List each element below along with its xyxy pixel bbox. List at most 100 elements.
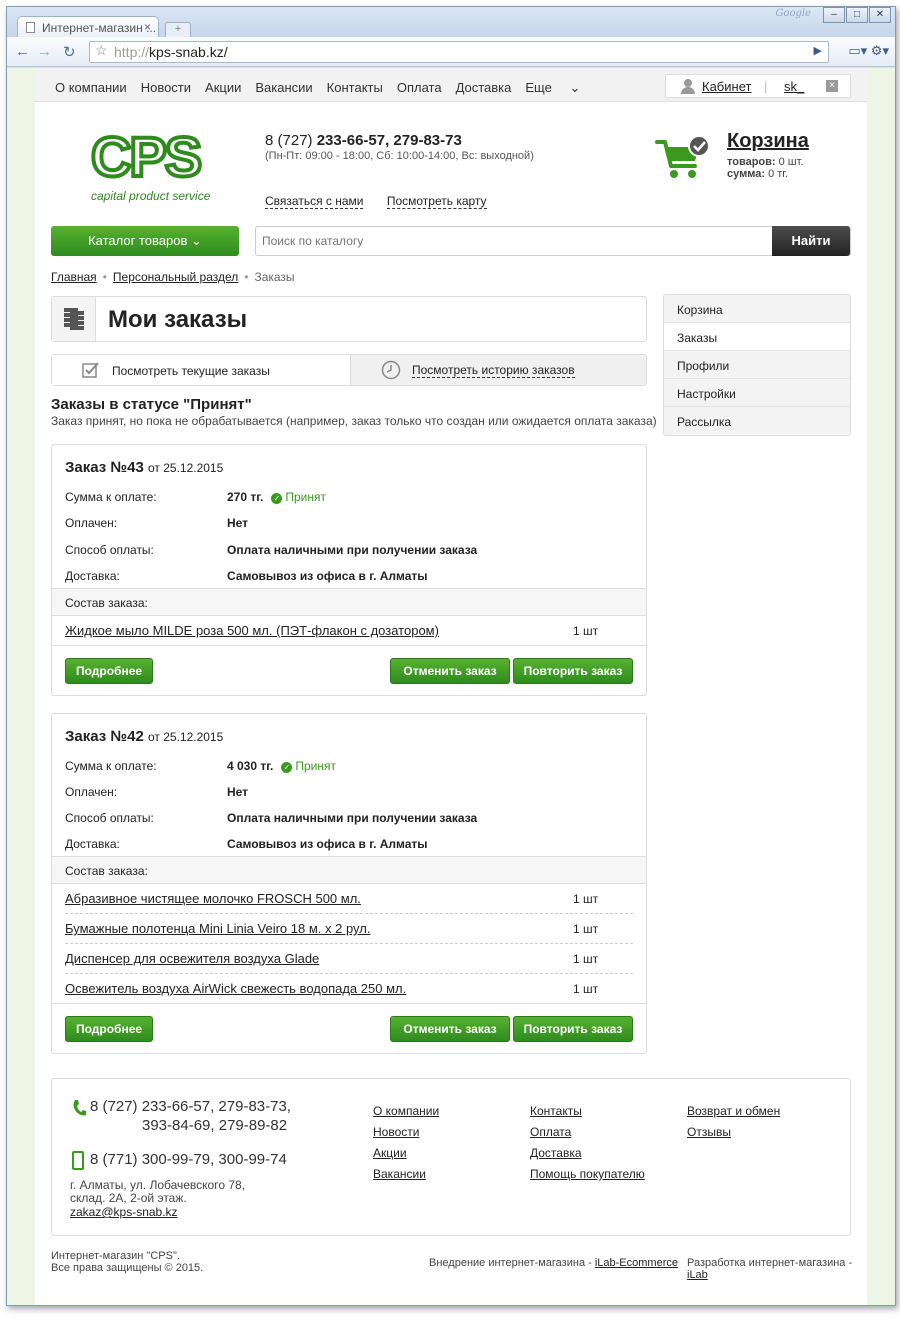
header-links: Связаться с нами Посмотреть карту: [265, 194, 507, 209]
cabinet-link[interactable]: Кабинет: [702, 79, 751, 94]
divider: [52, 1003, 646, 1004]
copyright-line1: Интернет-магазин "CPS".: [51, 1250, 180, 1262]
cart-title[interactable]: Корзина: [727, 130, 809, 153]
nav-news[interactable]: Новости: [141, 80, 191, 96]
site-footer: 8 (727) 233-66-57, 279-83-73, 393-84-69,…: [51, 1078, 851, 1236]
repeat-order-button[interactable]: Повторить заказ: [513, 658, 633, 684]
orders-stack-icon: [52, 297, 96, 341]
cart-widget[interactable]: Корзина товаров: 0 шт. сумма: 0 тг.: [655, 130, 855, 184]
footer-link-reviews[interactable]: Отзывы: [687, 1122, 780, 1143]
chevron-down-icon: ⌄: [569, 80, 581, 95]
status-text: Принят: [285, 490, 326, 504]
item-qty: 1 шт: [573, 892, 599, 906]
sidebar-item-newsletter[interactable]: Рассылка: [664, 407, 850, 435]
status-badge: ✓ Принят: [281, 759, 336, 773]
cart-items-value: 0 шт.: [778, 156, 804, 168]
nav-promos[interactable]: Акции: [205, 80, 241, 96]
item-qty: 1 шт: [573, 922, 599, 936]
footer-link-vacancies[interactable]: Вакансии: [373, 1164, 439, 1185]
page-menu-icon[interactable]: ▭▾ ⚙▾: [848, 43, 889, 59]
sidebar-item-cart[interactable]: Корзина: [664, 295, 850, 323]
phone-numbers: 233-66-57, 279-83-73: [316, 132, 462, 149]
product-link[interactable]: Бумажные полотенца Mini Linia Veiro 18 м…: [65, 921, 370, 936]
footer-link-about[interactable]: О компании: [373, 1101, 439, 1122]
window-controls: – □ ✕: [822, 7, 891, 23]
breadcrumb-home[interactable]: Главная: [51, 270, 97, 284]
footer-link-contacts[interactable]: Контакты: [530, 1101, 645, 1122]
footer-link-returns[interactable]: Возврат и обмен: [687, 1101, 780, 1122]
top-menu: О компании Новости Акции Вакансии Контак…: [55, 80, 608, 96]
breadcrumb-personal[interactable]: Персональный раздел: [113, 270, 238, 284]
sum-value: 270 тг. ✓ Принят: [227, 490, 326, 504]
nav-delivery[interactable]: Доставка: [456, 80, 512, 96]
product-link[interactable]: Диспенсер для освежителя воздуха Glade: [65, 951, 319, 966]
footer-email-link[interactable]: zakaz@kps-snab.kz: [70, 1205, 178, 1219]
list-item: Жидкое мыло MILDE роза 500 мл. (ПЭТ-флак…: [65, 616, 633, 646]
footer-link-news[interactable]: Новости: [373, 1122, 439, 1143]
tab-order-history[interactable]: Посмотреть историю заказов: [350, 355, 646, 385]
status-text: Принят: [295, 759, 336, 773]
details-button[interactable]: Подробнее: [65, 1016, 153, 1042]
cancel-order-button[interactable]: Отменить заказ: [390, 658, 510, 684]
nav-more[interactable]: Еще ⌄: [525, 80, 594, 96]
nav-vacancies[interactable]: Вакансии: [255, 80, 312, 96]
close-tab-icon[interactable]: ×: [144, 20, 151, 34]
list-item: Диспенсер для освежителя воздуха Glade 1…: [65, 944, 633, 974]
product-link[interactable]: Жидкое мыло MILDE роза 500 мл. (ПЭТ-флак…: [65, 623, 439, 638]
footer-link-payment[interactable]: Оплата: [530, 1122, 645, 1143]
browser-tab[interactable]: Интернет-магазин ... ×: [17, 16, 159, 38]
product-link[interactable]: Абразивное чистящее молочко FROSCH 500 м…: [65, 891, 361, 906]
search-input[interactable]: [256, 227, 774, 255]
pay-method-value: Оплата наличными при получении заказа: [227, 811, 478, 825]
breadcrumb: Главная • Персональный раздел • Заказы: [51, 270, 295, 284]
logout-icon[interactable]: ×: [826, 80, 838, 92]
nav-payment[interactable]: Оплата: [397, 80, 442, 96]
details-button[interactable]: Подробнее: [65, 658, 153, 684]
footer-phones-line1: 8 (727) 233-66-57, 279-83-73,: [90, 1098, 291, 1115]
contact-us-link[interactable]: Связаться с нами: [265, 194, 364, 209]
nav-about[interactable]: О компании: [55, 80, 127, 96]
username-link[interactable]: sk_: [784, 79, 804, 94]
search-button[interactable]: Найти: [772, 226, 850, 256]
new-tab-button[interactable]: +: [165, 22, 191, 37]
page-viewport[interactable]: О компании Новости Акции Вакансии Контак…: [7, 68, 895, 1305]
sidebar-item-settings[interactable]: Настройки: [664, 379, 850, 407]
footer-link-delivery[interactable]: Доставка: [530, 1143, 645, 1164]
footer-address: г. Алматы, ул. Лобачевского 78, склад. 2…: [70, 1179, 270, 1205]
star-icon[interactable]: ☆: [95, 42, 108, 59]
reload-icon[interactable]: ↻: [63, 43, 76, 61]
page-icon: [26, 22, 35, 33]
go-arrow-icon[interactable]: ▶: [814, 44, 822, 57]
sidebar-item-profiles[interactable]: Профили: [664, 351, 850, 379]
sidebar-item-orders[interactable]: Заказы: [664, 323, 850, 351]
cart-sum-label: сумма:: [727, 168, 766, 180]
phone-icon: [73, 1100, 86, 1116]
browser-brand-label: Google: [775, 8, 811, 19]
back-arrow-icon[interactable]: ←: [15, 43, 30, 60]
delivery-value: Самовывоз из офиса в г. Алматы: [227, 837, 428, 851]
search-bar: Найти: [255, 226, 851, 256]
close-window-icon[interactable]: ✕: [869, 7, 891, 23]
minimize-icon[interactable]: –: [823, 7, 845, 23]
site-logo[interactable]: CPS capital product service: [89, 125, 211, 205]
impl-link[interactable]: iLab-Ecommerce: [595, 1257, 678, 1269]
footer-link-promos[interactable]: Акции: [373, 1143, 439, 1164]
divider: |: [764, 79, 768, 94]
repeat-order-button[interactable]: Повторить заказ: [513, 1016, 633, 1042]
catalog-button-label: Каталог товаров: [88, 233, 188, 248]
maximize-icon[interactable]: □: [846, 7, 868, 23]
paid-value: Нет: [227, 785, 249, 799]
address-bar[interactable]: ☆ http://kps-snab.kz/ ▶: [89, 41, 829, 63]
tab-current-orders[interactable]: Посмотреть текущие заказы: [52, 355, 350, 385]
list-item: Бумажные полотенца Mini Linia Veiro 18 м…: [65, 914, 633, 944]
product-link[interactable]: Освежитель воздуха AirWick свежесть водо…: [65, 981, 406, 996]
cancel-order-button[interactable]: Отменить заказ: [390, 1016, 510, 1042]
catalog-button[interactable]: Каталог товаров ⌄: [51, 226, 239, 256]
order-card: Заказ №42 от 25.12.2015 Сумма к оплате: …: [51, 713, 647, 1054]
footer-link-help[interactable]: Помощь покупателю: [530, 1164, 645, 1185]
view-map-link[interactable]: Посмотреть карту: [386, 194, 487, 209]
nav-contacts[interactable]: Контакты: [327, 80, 383, 96]
dev-link[interactable]: iLab: [687, 1269, 708, 1281]
forward-arrow-icon[interactable]: →: [37, 43, 52, 60]
pay-method-value: Оплата наличными при получении заказа: [227, 543, 478, 557]
